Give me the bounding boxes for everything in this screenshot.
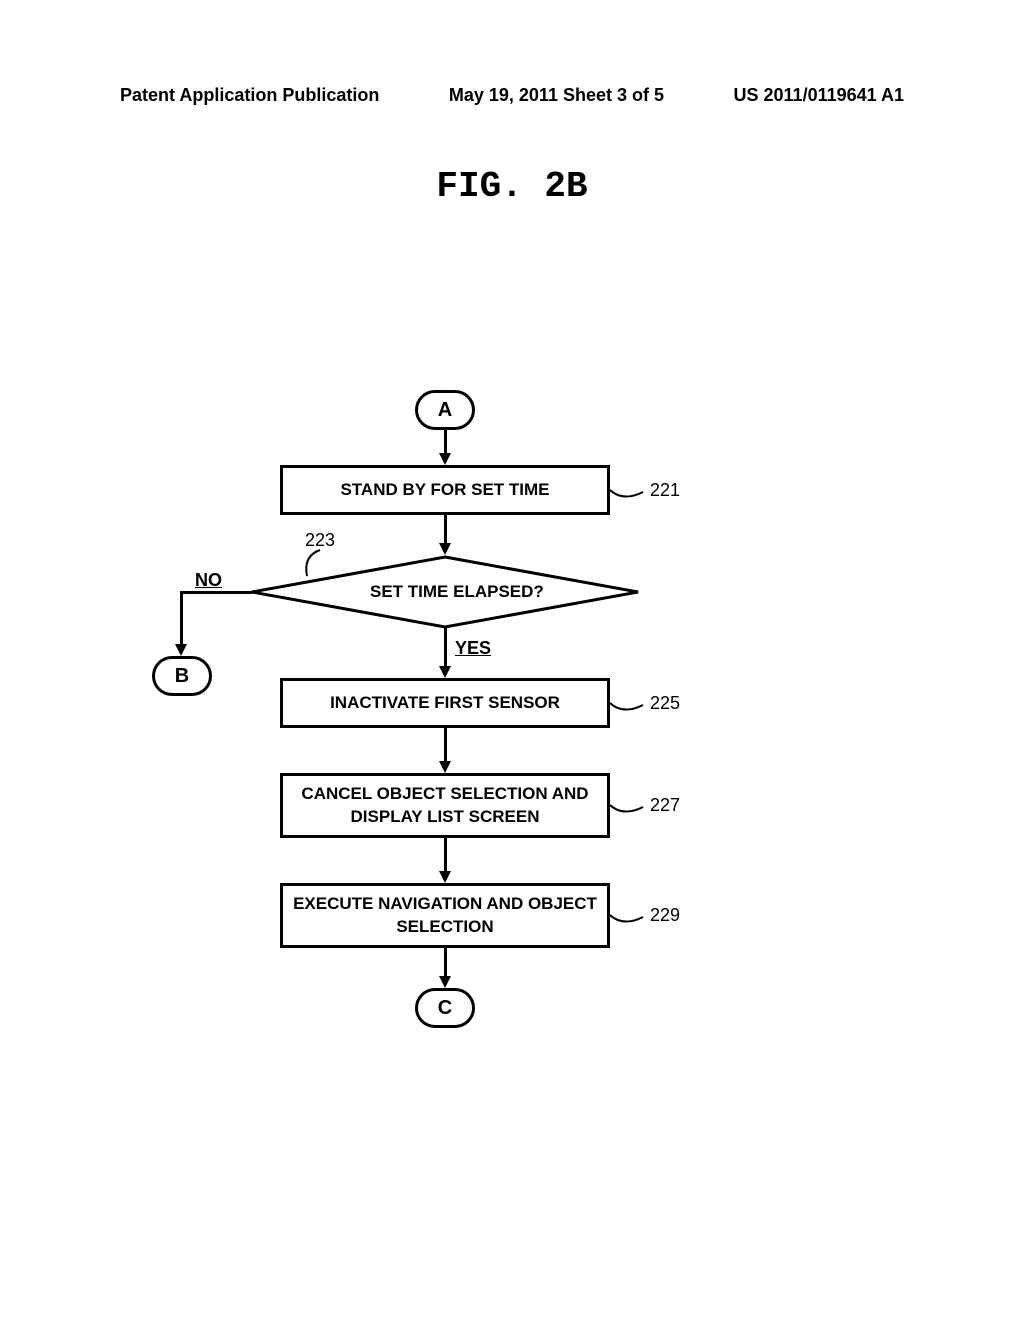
ref-label-227: 227: [650, 795, 680, 816]
terminal-c: C: [415, 988, 475, 1028]
arrow-line: [444, 948, 447, 978]
arrow-line: [444, 838, 447, 873]
header-left: Patent Application Publication: [120, 85, 379, 106]
arrow-head-icon: [439, 761, 451, 773]
ref-label-221: 221: [650, 480, 680, 501]
arrow-line: [444, 430, 447, 455]
ref-label-229: 229: [650, 905, 680, 926]
process-box-229: EXECUTE NAVIGATION AND OBJECT SELECTION: [280, 883, 610, 948]
process-box-225: INACTIVATE FIRST SENSOR: [280, 678, 610, 728]
leader-line: [295, 548, 330, 578]
arrow-line: [180, 591, 252, 594]
figure-title: FIG. 2B: [0, 166, 1024, 207]
process-box-221: STAND BY FOR SET TIME: [280, 465, 610, 515]
decision-text-223: SET TIME ELAPSED?: [370, 582, 544, 602]
arrow-line: [444, 515, 447, 545]
page-header: Patent Application Publication May 19, 2…: [0, 0, 1024, 106]
arrow-head-icon: [439, 976, 451, 988]
header-center: May 19, 2011 Sheet 3 of 5: [449, 85, 664, 106]
arrow-line: [444, 628, 447, 668]
ref-label-225: 225: [650, 693, 680, 714]
header-right: US 2011/0119641 A1: [734, 85, 904, 106]
arrow-line: [180, 591, 183, 646]
arrow-head-icon: [175, 644, 187, 656]
leader-line: [608, 795, 648, 820]
leader-line: [608, 693, 648, 718]
terminal-a: A: [415, 390, 475, 430]
arrow-head-icon: [439, 543, 451, 555]
leader-line: [608, 480, 648, 505]
no-label: NO: [195, 570, 222, 591]
arrow-head-icon: [439, 666, 451, 678]
arrow-line: [444, 728, 447, 763]
process-box-227: CANCEL OBJECT SELECTION AND DISPLAY LIST…: [280, 773, 610, 838]
terminal-b: B: [152, 656, 212, 696]
yes-label: YES: [455, 638, 491, 659]
arrow-head-icon: [439, 871, 451, 883]
arrow-head-icon: [439, 453, 451, 465]
leader-line: [608, 905, 648, 930]
